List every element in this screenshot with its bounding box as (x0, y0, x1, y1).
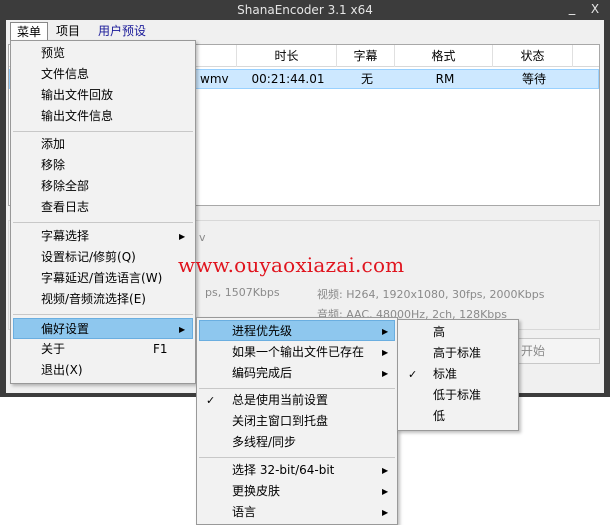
submenu-arrow-icon: ▶ (382, 369, 389, 378)
watermark: www.ouyaoxiazai.com (178, 253, 405, 277)
submenu-arrow-icon: ▶ (179, 232, 186, 241)
menu-item-label: 关于 (41, 342, 66, 356)
menu-item-language[interactable]: 语言 ▶ (199, 502, 395, 523)
menu-item-label: 字幕选择 (41, 229, 90, 243)
menu-item-label: 退出(X) (41, 363, 83, 377)
menu-item-label: 编码完成后 (232, 366, 293, 380)
menu-item-label: 预览 (41, 46, 66, 60)
menu-item-about[interactable]: 关于 F1 (13, 339, 193, 360)
menu-item-label: 选择 32-bit/64-bit (232, 463, 335, 477)
menu-item-priority-low[interactable]: 低 (400, 406, 516, 427)
menu-item-label: 移除 (41, 158, 66, 172)
menu-item-always-use-settings[interactable]: ✓ 总是使用当前设置 (199, 390, 395, 411)
menu-item-add[interactable]: 添加 (13, 134, 193, 155)
info-partial: v (199, 231, 206, 244)
menu-user-presets[interactable]: 用户预设 (92, 22, 152, 40)
cell-duration: 00:21:44.01 (251, 72, 325, 86)
start-button[interactable]: 开始 (514, 338, 600, 364)
menu-project[interactable]: 项目 (50, 22, 86, 40)
menu-item-if-output-exists[interactable]: 如果一个输出文件已存在 ▶ (199, 342, 395, 363)
menu-item-output-playback[interactable]: 输出文件回放 (13, 85, 193, 106)
menu-item-label: 文件信息 (41, 67, 90, 81)
menu-item-label: 移除全部 (41, 179, 90, 193)
menu-separator (13, 314, 193, 315)
menu-item-exit[interactable]: 退出(X) (13, 360, 193, 381)
menu-item-remove-all[interactable]: 移除全部 (13, 176, 193, 197)
menu-item-label: 添加 (41, 137, 66, 151)
menu-item-label: 多线程/同步 (232, 435, 297, 449)
check-icon: ✓ (408, 368, 418, 381)
menu-item-priority-normal[interactable]: ✓ 标准 (400, 364, 516, 385)
menu-item-process-priority[interactable]: 进程优先级 ▶ (199, 320, 395, 341)
check-icon: ✓ (206, 394, 216, 407)
shortcut-label: F1 (153, 342, 168, 356)
menu-item-subtitle-delay[interactable]: 字幕延迟/首选语言(W) (13, 268, 193, 289)
menu-main[interactable]: 菜单 (10, 22, 49, 40)
title-bar: ShanaEncoder 3.1 x64 _ X (0, 0, 610, 20)
submenu-arrow-icon: ▶ (382, 348, 389, 357)
menu-item-label: 更换皮肤 (232, 484, 281, 498)
submenu-arrow-icon: ▶ (382, 508, 389, 517)
menu-bar: 菜单 项目 用户预设 (6, 20, 604, 41)
menu-item-label: 进程优先级 (232, 324, 293, 338)
menu-item-label: 总是使用当前设置 (232, 393, 329, 407)
menu-item-stream-select[interactable]: 视频/音频流选择(E) (13, 289, 193, 310)
main-menu: 预览 文件信息 输出文件回放 输出文件信息 添加 移除 移除全部 查看日志 字幕… (10, 40, 196, 384)
menu-item-close-to-tray[interactable]: 关闭主窗口到托盘 (199, 411, 395, 432)
menu-item-label: 偏好设置 (41, 322, 90, 336)
menu-separator (199, 457, 395, 458)
info-video: 视频: H264, 1920x1080, 30fps, 2000Kbps (317, 288, 545, 301)
menu-item-label: 查看日志 (41, 200, 90, 214)
menu-item-priority-above-normal[interactable]: 高于标准 (400, 343, 516, 364)
menu-item-priority-high[interactable]: 高 (400, 322, 516, 343)
submenu-arrow-icon: ▶ (382, 466, 389, 475)
column-duration[interactable]: 时长 (237, 45, 337, 67)
menu-item-select-bitness[interactable]: 选择 32-bit/64-bit ▶ (199, 460, 395, 481)
close-button[interactable]: X (588, 2, 602, 16)
submenu-arrow-icon: ▶ (382, 327, 389, 336)
menu-item-priority-below-normal[interactable]: 低于标准 (400, 385, 516, 406)
submenu-arrow-icon: ▶ (382, 487, 389, 496)
menu-item-file-info[interactable]: 文件信息 (13, 64, 193, 85)
window-title: ShanaEncoder 3.1 x64 (237, 3, 373, 17)
menu-item-label: 语言 (232, 505, 257, 519)
menu-item-preview[interactable]: 预览 (13, 43, 193, 64)
menu-item-label: 字幕延迟/首选语言(W) (41, 271, 163, 285)
menu-item-remove[interactable]: 移除 (13, 155, 193, 176)
menu-item-output-info[interactable]: 输出文件信息 (13, 106, 193, 127)
cell-subtitle: 无 (360, 72, 373, 86)
menu-item-multithread[interactable]: 多线程/同步 (199, 432, 395, 453)
menu-item-subtitle-select[interactable]: 字幕选择 ▶ (13, 226, 193, 247)
menu-item-label: 如果一个输出文件已存在 (232, 345, 365, 359)
cell-name: wmv (200, 72, 229, 86)
menu-separator (199, 388, 395, 389)
cell-status: 等待 (521, 72, 546, 86)
menu-item-label: 关闭主窗口到托盘 (232, 414, 329, 428)
menu-item-view-log[interactable]: 查看日志 (13, 197, 193, 218)
menu-separator (13, 131, 193, 132)
cell-format: RM (435, 72, 455, 86)
menu-item-label: 视频/音频流选择(E) (41, 292, 146, 306)
menu-item-change-skin[interactable]: 更换皮肤 ▶ (199, 481, 395, 502)
menu-item-label: 输出文件信息 (41, 109, 114, 123)
menu-item-label: 低 (433, 409, 446, 423)
menu-item-label: 低于标准 (433, 388, 482, 402)
minimize-button[interactable]: _ (565, 1, 579, 16)
column-subtitle[interactable]: 字幕 (337, 45, 395, 67)
menu-item-preferences[interactable]: 偏好设置 ▶ (13, 318, 193, 339)
submenu-arrow-icon: ▶ (179, 325, 186, 334)
column-format[interactable]: 格式 (395, 45, 493, 67)
menu-separator (13, 222, 193, 223)
menu-item-label: 设置标记/修剪(Q) (41, 250, 136, 264)
priority-submenu: 高 高于标准 ✓ 标准 低于标准 低 (397, 319, 519, 431)
menu-item-set-marks[interactable]: 设置标记/修剪(Q) (13, 247, 193, 268)
menu-item-label: 标准 (433, 367, 458, 381)
menu-item-label: 高于标准 (433, 346, 482, 360)
menu-item-label: 高 (433, 325, 446, 339)
column-status[interactable]: 状态 (493, 45, 573, 67)
info-bitrate-partial: ps, 1507Kbps (205, 286, 280, 299)
menu-item-label: 输出文件回放 (41, 88, 114, 102)
preferences-submenu: 进程优先级 ▶ 如果一个输出文件已存在 ▶ 编码完成后 ▶ ✓ 总是使用当前设置 关闭主… (196, 317, 398, 525)
menu-item-after-encoding[interactable]: 编码完成后 ▶ (199, 363, 395, 384)
